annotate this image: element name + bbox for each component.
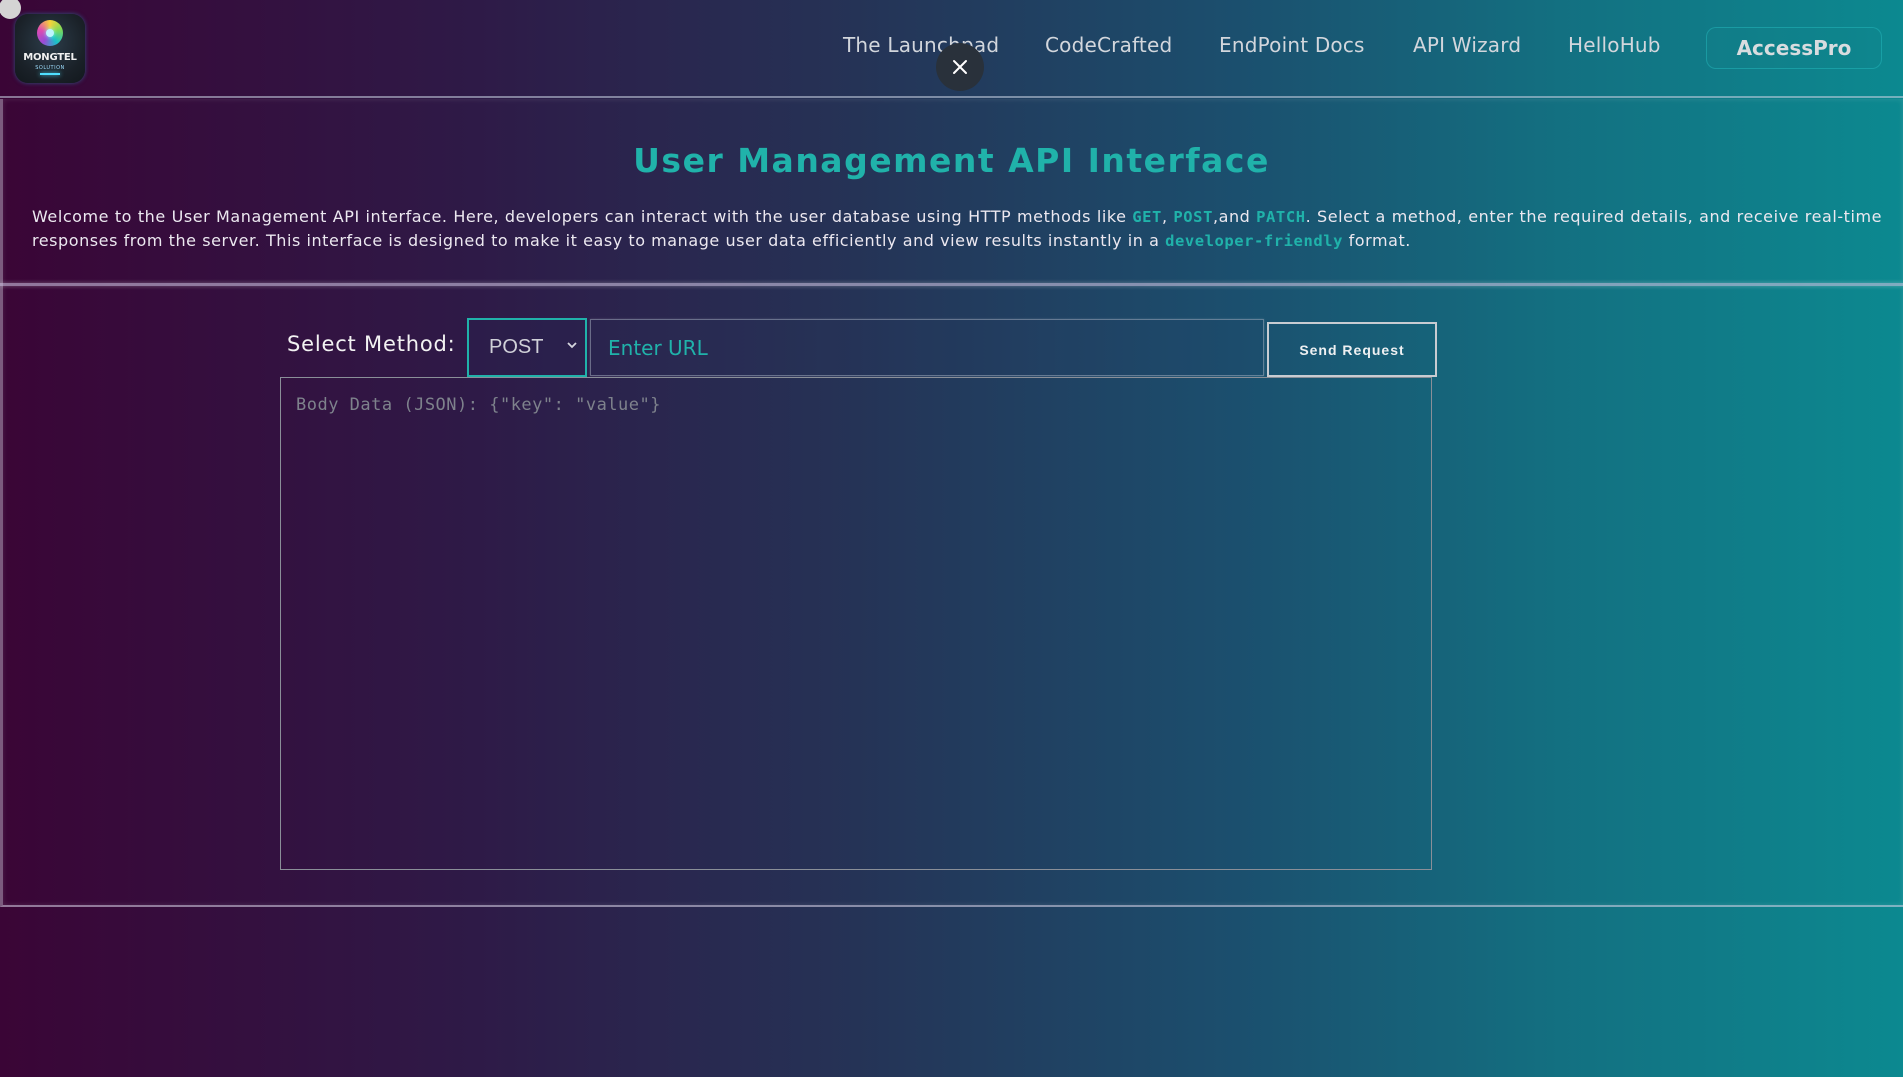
intro-description: Welcome to the User Management API inter… bbox=[32, 205, 1882, 253]
method-highlight-patch: PATCH bbox=[1256, 208, 1306, 226]
chevron-down-icon bbox=[567, 342, 577, 349]
nav-link-api-wizard[interactable]: API Wizard bbox=[1413, 33, 1521, 57]
brand-logo[interactable]: MONGTEL SOLUTION bbox=[15, 14, 85, 83]
logo-subtitle: SOLUTION bbox=[35, 65, 65, 71]
nav-link-codecrafted[interactable]: CodeCrafted bbox=[1045, 33, 1172, 57]
nav-link-endpoint-docs[interactable]: EndPoint Docs bbox=[1219, 33, 1365, 57]
close-icon bbox=[953, 60, 967, 74]
desc-text: , bbox=[1161, 207, 1174, 226]
method-select-value: POST bbox=[489, 336, 544, 358]
nav-link-accesspro[interactable]: AccessPro bbox=[1706, 27, 1882, 69]
method-highlight-post: POST bbox=[1173, 208, 1213, 226]
desc-text: format. bbox=[1342, 231, 1411, 250]
logo-glow bbox=[40, 73, 60, 75]
desc-text: Welcome to the User Management API inter… bbox=[32, 207, 1133, 226]
close-button[interactable] bbox=[936, 43, 984, 91]
highlight-developer-friendly: developer-friendly bbox=[1165, 232, 1343, 250]
section-divider bbox=[0, 283, 1903, 286]
logo-name: MONGTEL bbox=[23, 52, 77, 63]
nav-link-hellohub[interactable]: HelloHub bbox=[1568, 33, 1661, 57]
method-select[interactable]: POST bbox=[467, 318, 587, 377]
url-input[interactable] bbox=[590, 319, 1264, 376]
method-label: Select Method: bbox=[287, 332, 456, 356]
method-highlight-get: GET bbox=[1132, 208, 1162, 226]
logo-emblem-icon bbox=[37, 20, 63, 46]
page-title: User Management API Interface bbox=[633, 141, 1270, 180]
desc-text: ,and bbox=[1212, 207, 1257, 226]
send-request-button[interactable]: Send Request bbox=[1267, 322, 1437, 377]
top-navbar: MONGTEL SOLUTION The Launchpad CodeCraft… bbox=[0, 0, 1903, 98]
body-data-textarea[interactable] bbox=[280, 377, 1432, 870]
